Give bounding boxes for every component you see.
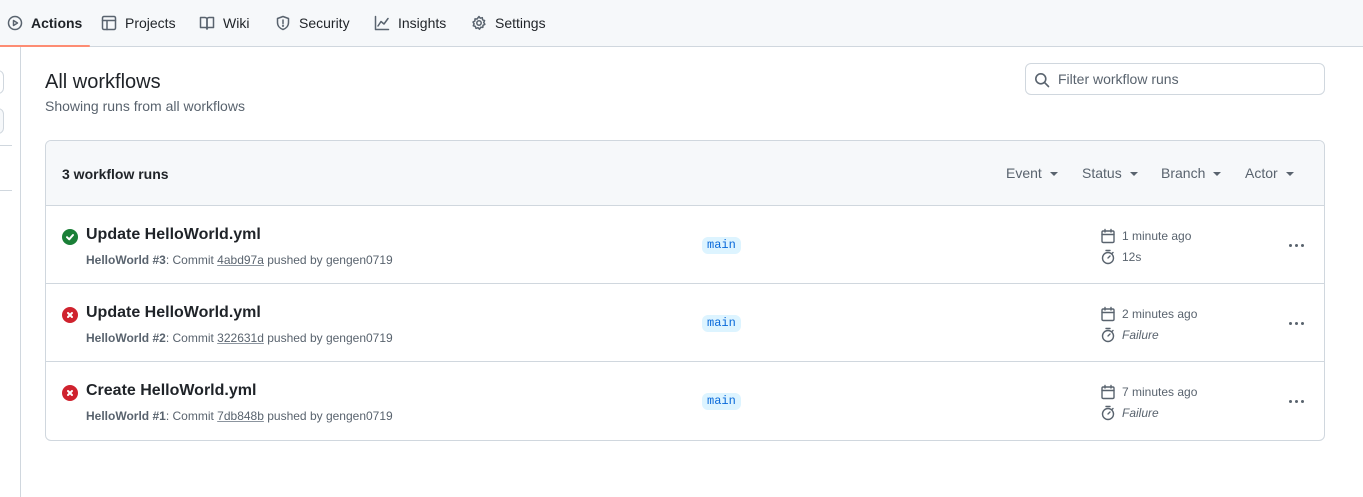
sidebar-separator — [0, 190, 12, 191]
kebab-horizontal-icon[interactable] — [1284, 233, 1308, 257]
pushed-by: pushed by gengen0719 — [267, 409, 393, 423]
run-number: #1 — [152, 409, 166, 423]
stopwatch-icon — [1101, 327, 1115, 343]
caret-down-icon — [1285, 172, 1294, 176]
pushed-by: pushed by gengen0719 — [267, 253, 393, 267]
run-time: 7 minutes ago — [1100, 384, 1197, 400]
run-title-link[interactable]: Create HelloWorld.yml — [86, 382, 256, 400]
run-duration-text: Failure — [1122, 406, 1159, 420]
tab-label: Wiki — [223, 15, 250, 31]
kebab-horizontal-icon[interactable] — [1284, 389, 1308, 413]
tab-label: Insights — [398, 15, 447, 31]
branch-label[interactable]: main — [702, 393, 741, 410]
stopwatch-icon — [1101, 249, 1115, 265]
caret-down-icon — [1049, 172, 1058, 176]
workflow-run-row[interactable]: Update HelloWorld.yml HelloWorld #2: Com… — [46, 284, 1324, 362]
run-title-link[interactable]: Update HelloWorld.yml — [86, 226, 261, 244]
run-duration-text: 12s — [1122, 250, 1142, 264]
run-duration: Failure — [1100, 327, 1159, 343]
run-time-text: 2 minutes ago — [1122, 307, 1198, 321]
workflow-name: HelloWorld — [86, 409, 150, 423]
commit-sha-link[interactable]: 4abd97a — [217, 253, 264, 267]
run-time: 2 minutes ago — [1100, 306, 1197, 322]
workflow-run-row[interactable]: Update HelloWorld.yml HelloWorld #3: Com… — [46, 206, 1324, 284]
calendar-icon — [1101, 306, 1115, 322]
filter-input[interactable] — [1058, 71, 1308, 87]
actor-filter-label: Actor — [1245, 165, 1278, 181]
commit-prefix: : Commit — [165, 253, 214, 267]
actor-filter-button[interactable]: Actor — [1245, 165, 1294, 181]
event-filter-label: Event — [1006, 165, 1042, 181]
calendar-icon — [1101, 384, 1115, 400]
run-duration: 12s — [1100, 249, 1141, 265]
search-icon — [1035, 73, 1050, 88]
run-duration-text: Failure — [1122, 328, 1159, 342]
branch-label[interactable]: main — [702, 315, 741, 332]
gear-icon — [472, 15, 486, 30]
calendar-icon — [1101, 228, 1115, 244]
run-time: 1 minute ago — [1100, 228, 1191, 244]
workflow-run-row[interactable]: Create HelloWorld.yml HelloWorld #1: Com… — [46, 362, 1324, 440]
runs-count: 3 workflow runs — [62, 166, 169, 182]
tab-label: Actions — [31, 15, 83, 31]
pushed-by: pushed by gengen0719 — [267, 331, 393, 345]
tab-insights[interactable]: Insights — [374, 0, 446, 46]
workflow-runs-box: 3 workflow runs Event Status Branch Acto… — [45, 140, 1325, 441]
run-time-text: 7 minutes ago — [1122, 385, 1198, 399]
table-icon — [101, 15, 117, 31]
run-title-link[interactable]: Update HelloWorld.yml — [86, 304, 261, 322]
run-number: #3 — [152, 253, 166, 267]
run-meta: HelloWorld #1: Commit 7db848b pushed by … — [86, 409, 393, 423]
sidebar-divider — [20, 47, 21, 497]
kebab-horizontal-icon[interactable] — [1284, 311, 1308, 335]
shield-icon — [276, 15, 290, 31]
tab-actions[interactable]: Actions — [0, 0, 91, 47]
event-filter-button[interactable]: Event — [1006, 165, 1058, 181]
graph-icon — [374, 15, 390, 31]
workflow-name: HelloWorld — [86, 253, 150, 267]
filter-workflow-runs[interactable] — [1025, 63, 1325, 95]
run-meta: HelloWorld #3: Commit 4abd97a pushed by … — [86, 253, 393, 267]
run-meta: HelloWorld #2: Commit 322631d pushed by … — [86, 331, 393, 345]
stopwatch-icon — [1101, 405, 1115, 421]
repo-nav: Actions Projects Wiki Security Insights … — [0, 0, 1363, 47]
tab-settings[interactable]: Settings — [471, 0, 546, 46]
tab-security[interactable]: Security — [275, 0, 350, 46]
x-circle-icon — [62, 307, 78, 323]
commit-prefix: : Commit — [165, 331, 214, 345]
tab-label: Settings — [495, 15, 546, 31]
x-circle-icon — [62, 385, 78, 401]
commit-sha-link[interactable]: 322631d — [217, 331, 264, 345]
status-filter-label: Status — [1082, 165, 1122, 181]
workflow-name: HelloWorld — [86, 331, 150, 345]
sidebar-separator — [0, 145, 12, 146]
book-icon — [199, 16, 215, 30]
caret-down-icon — [1213, 172, 1222, 176]
check-circle-icon — [62, 229, 78, 245]
branch-filter-button[interactable]: Branch — [1161, 165, 1222, 181]
caret-down-icon — [1129, 172, 1138, 176]
run-duration: Failure — [1100, 405, 1159, 421]
page-subtitle: Showing runs from all workflows — [45, 98, 245, 114]
sidebar-new-workflow-button[interactable] — [0, 70, 4, 94]
play-icon — [7, 15, 23, 31]
commit-prefix: : Commit — [165, 409, 214, 423]
branch-label[interactable]: main — [702, 237, 741, 254]
commit-sha-link[interactable]: 7db848b — [217, 409, 264, 423]
tab-projects[interactable]: Projects — [101, 0, 176, 46]
tab-label: Security — [299, 15, 350, 31]
tab-wiki[interactable]: Wiki — [199, 0, 249, 46]
status-filter-button[interactable]: Status — [1082, 165, 1138, 181]
runs-box-header: 3 workflow runs Event Status Branch Acto… — [46, 141, 1324, 206]
run-number: #2 — [152, 331, 166, 345]
sidebar-item-all-workflows[interactable] — [0, 108, 4, 134]
branch-filter-label: Branch — [1161, 165, 1206, 181]
page-title: All workflows — [45, 71, 161, 93]
run-time-text: 1 minute ago — [1122, 229, 1192, 243]
tab-label: Projects — [125, 15, 176, 31]
